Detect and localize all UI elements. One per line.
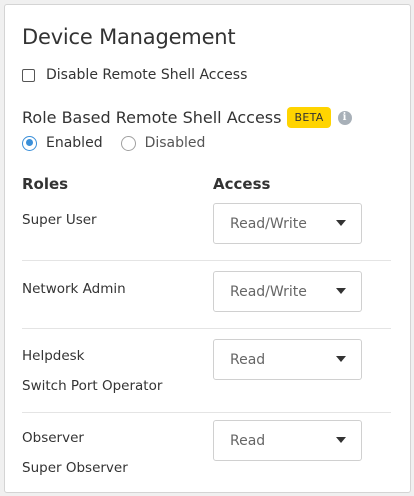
access-dropdown[interactable]: Read (213, 339, 362, 380)
role-name: Helpdesk (22, 348, 85, 364)
role-name: Network Admin (22, 281, 126, 297)
radio-option-enabled[interactable]: Enabled (22, 135, 103, 151)
radio-enabled[interactable] (22, 135, 37, 151)
access-dropdown[interactable]: Read/Write (213, 203, 362, 244)
device-management-panel: Device Management Disable Remote Shell A… (4, 4, 411, 493)
disable-remote-shell-checkbox[interactable] (22, 68, 35, 82)
access-dropdown-value: Read/Write (230, 215, 307, 232)
role-name: Super Observer (22, 460, 128, 476)
rbac-label: Role Based Remote Shell Access (22, 108, 282, 127)
info-icon[interactable]: i (337, 110, 352, 125)
disable-remote-shell-row[interactable]: Disable Remote Shell Access (22, 67, 247, 83)
beta-badge: BETA (287, 107, 331, 128)
role-name: Switch Port Operator (22, 378, 163, 394)
access-dropdown-value: Read (230, 432, 266, 449)
radio-disabled[interactable] (120, 135, 136, 151)
section-title: Device Management (22, 25, 236, 49)
radio-option-disabled[interactable]: Disabled (120, 135, 206, 151)
access-dropdown[interactable]: Read/Write (213, 271, 362, 312)
caret-down-icon (336, 356, 346, 362)
rbac-heading: Role Based Remote Shell Access BETA i (22, 107, 352, 128)
access-dropdown-value: Read (230, 351, 266, 368)
radio-enabled-label: Enabled (46, 135, 103, 151)
rbac-radio-group: Enabled Disabled (22, 135, 223, 151)
role-name: Super User (22, 212, 97, 228)
access-dropdown-value: Read/Write (230, 283, 307, 300)
access-column-header: Access (213, 175, 271, 193)
table-row: Network Admin Read/Write (22, 261, 405, 329)
table-row: Helpdesk Switch Port Operator Read (22, 329, 405, 413)
caret-down-icon (336, 437, 346, 443)
table-row: Super User Read/Write (22, 195, 405, 261)
caret-down-icon (336, 220, 346, 226)
role-name: Observer (22, 430, 84, 446)
disable-remote-shell-label: Disable Remote Shell Access (46, 67, 248, 83)
roles-column-header: Roles (22, 175, 69, 193)
access-dropdown[interactable]: Read (213, 420, 362, 461)
caret-down-icon (336, 288, 346, 294)
table-row: Observer Super Observer Read (22, 413, 405, 491)
radio-disabled-label: Disabled (144, 135, 206, 151)
